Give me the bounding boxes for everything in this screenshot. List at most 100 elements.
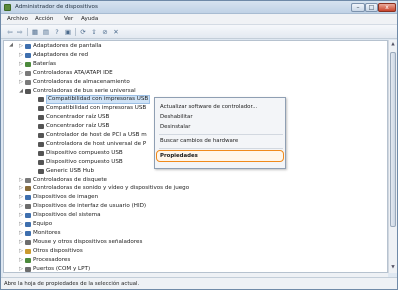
ctx-disable[interactable]: Deshabilitar	[160, 114, 193, 120]
tree-row[interactable]: ▷ Adaptadores de pantalla	[18, 42, 318, 51]
tree-row[interactable]: ▷ Controladoras de sonido y vídeo y dispo…	[18, 184, 318, 193]
tree-row[interactable]: ▷ Puertos (COM y LPT)	[18, 265, 318, 273]
scroll-down-arrow-icon[interactable]: ▼	[389, 263, 397, 272]
view-icon[interactable]: ▤	[42, 28, 50, 36]
tree-row-label: Adaptadores de red	[33, 51, 89, 58]
devices-icon[interactable]: ▣	[64, 28, 72, 36]
tree-row[interactable]: ▷ Controladoras ATA/ATAPI IDE	[18, 69, 318, 78]
scroll-thumb[interactable]	[390, 52, 396, 227]
close-button[interactable]: x	[378, 3, 396, 12]
device-icon	[25, 257, 31, 263]
device-icon	[25, 52, 31, 58]
ctx-scan-hardware[interactable]: Buscar cambios de hardware	[160, 138, 238, 144]
toolbar-separator	[75, 28, 76, 36]
device-icon	[25, 230, 31, 236]
device-icon	[25, 44, 31, 49]
expand-icon[interactable]: ▷	[18, 78, 24, 87]
minimize-button[interactable]: –	[351, 3, 365, 12]
window-title: Administrador de dispositivos	[15, 4, 98, 10]
tree-row[interactable]: ▷ Procesadores	[18, 256, 318, 265]
device-icon	[25, 222, 31, 227]
expand-icon[interactable]: ▷	[18, 229, 24, 238]
tree-row[interactable]: ▷ Monitores	[18, 229, 318, 238]
expand-icon[interactable]: ▷	[18, 193, 24, 202]
uninstall-icon[interactable]: ✕	[112, 28, 120, 36]
ctx-update-driver[interactable]: Actualizar software de controlador...	[160, 104, 257, 110]
tree-row-label: Puertos (COM y LPT)	[33, 265, 91, 272]
device-icon	[25, 248, 31, 254]
back-arrow-icon[interactable]: ⇦	[6, 28, 14, 36]
device-icon	[38, 115, 44, 121]
expand-icon[interactable]: ▷	[18, 247, 24, 256]
tree-row[interactable]: ▷ Mouse y otros dispositivos señaladores	[18, 238, 318, 247]
expand-icon[interactable]: ▷	[18, 220, 24, 229]
device-icon	[38, 168, 44, 174]
device-icon	[38, 97, 44, 103]
menu-archivo[interactable]: Archivo	[7, 16, 28, 22]
tree-row[interactable]: ▷ Otros dispositivos	[18, 247, 318, 256]
tree-row[interactable]: ◢ Controladoras de bus serie universal	[18, 87, 318, 96]
tree-row-label: Generic USB Hub	[46, 167, 95, 174]
tree-row-label: Controladoras de disquete	[33, 176, 108, 183]
expand-icon[interactable]: ▷	[18, 42, 24, 51]
collapse-icon[interactable]: ◢	[18, 87, 24, 96]
ctx-uninstall[interactable]: Desinstalar	[160, 124, 190, 130]
forward-arrow-icon[interactable]: ⇨	[16, 28, 24, 36]
device-icon	[38, 141, 44, 147]
expand-icon[interactable]: ▷	[18, 69, 24, 78]
tree-row[interactable]: ▷ Dispositivos del sistema	[18, 211, 318, 220]
expand-icon[interactable]: ▷	[18, 184, 24, 193]
update-driver-icon[interactable]: ⇪	[90, 28, 98, 36]
tree-row[interactable]: ▷ Dispositivos de interfaz de usuario (HI…	[18, 202, 318, 211]
help-icon[interactable]: ?	[53, 28, 61, 36]
device-icon	[38, 133, 44, 138]
tree-row[interactable]: ▷ Equipo	[18, 220, 318, 229]
collapse-icon[interactable]: ◢	[8, 41, 14, 50]
maximize-button[interactable]: □	[365, 3, 378, 12]
expand-icon[interactable]: ▷	[18, 265, 24, 273]
device-icon	[25, 204, 31, 210]
menu-accion[interactable]: Acción	[35, 16, 53, 22]
expand-icon[interactable]: ▷	[18, 60, 24, 69]
tree-row-label: Concentrador raíz USB	[46, 123, 110, 130]
tree-row[interactable]: ▷ Adaptadores de red	[18, 51, 318, 60]
status-text: Abre la hoja de propiedades de la selecc…	[4, 281, 140, 287]
scan-icon[interactable]: ⟳	[79, 28, 87, 36]
device-icon	[25, 177, 31, 183]
device-icon	[25, 79, 31, 85]
device-icon	[25, 70, 31, 76]
tree-row-label: Controladora de host universal de P	[46, 140, 147, 147]
device-manager-app-icon	[4, 4, 11, 11]
vertical-scrollbar[interactable]: ▲ ▼	[388, 40, 397, 273]
device-icon	[25, 186, 31, 192]
expand-icon[interactable]: ▷	[18, 238, 24, 247]
tree-row-label: Compatibilidad con impresoras USB	[46, 105, 147, 112]
scroll-up-arrow-icon[interactable]: ▲	[389, 40, 397, 49]
tree-row-label: Equipo	[33, 221, 53, 227]
tree-row-label: Dispositivos de interfaz de usuario (HID…	[33, 203, 147, 210]
menu-ver[interactable]: Ver	[64, 16, 73, 22]
device-icon	[38, 159, 44, 165]
tree-row[interactable]: ▷ Baterías	[18, 60, 318, 69]
expand-icon[interactable]: ▷	[18, 211, 24, 220]
title-bar: Administrador de dispositivos – □ x	[1, 1, 397, 14]
menu-ayuda[interactable]: Ayuda	[81, 16, 98, 22]
tree-row[interactable]: ▷ Controladoras de almacenamiento	[18, 78, 318, 87]
expand-icon[interactable]: ▷	[18, 202, 24, 211]
device-icon	[25, 239, 31, 245]
tree-row-label: Dispositivo compuesto USB	[46, 149, 123, 156]
expand-icon[interactable]: ▷	[18, 51, 24, 60]
tree-row-label: Controladoras de sonido y vídeo y dispos…	[33, 185, 190, 192]
tree-row[interactable]: ▷ Dispositivos de imagen	[18, 193, 318, 202]
toolbar-separator	[27, 28, 28, 36]
status-bar: Abre la hoja de propiedades de la selecc…	[1, 277, 397, 289]
expand-icon[interactable]: ▷	[18, 256, 24, 265]
expand-icon[interactable]: ▷	[18, 176, 24, 185]
disable-icon[interactable]: ⊘	[101, 28, 109, 36]
ctx-properties[interactable]: Propiedades	[160, 153, 198, 159]
properties-icon[interactable]: ▦	[31, 28, 39, 36]
tree-row[interactable]: ▷ Controladoras de disquete	[18, 176, 318, 185]
ctx-separator	[159, 148, 283, 149]
tree-row-label: Otros dispositivos	[33, 247, 83, 254]
tree-row-label: Controladoras ATA/ATAPI IDE	[33, 69, 113, 76]
